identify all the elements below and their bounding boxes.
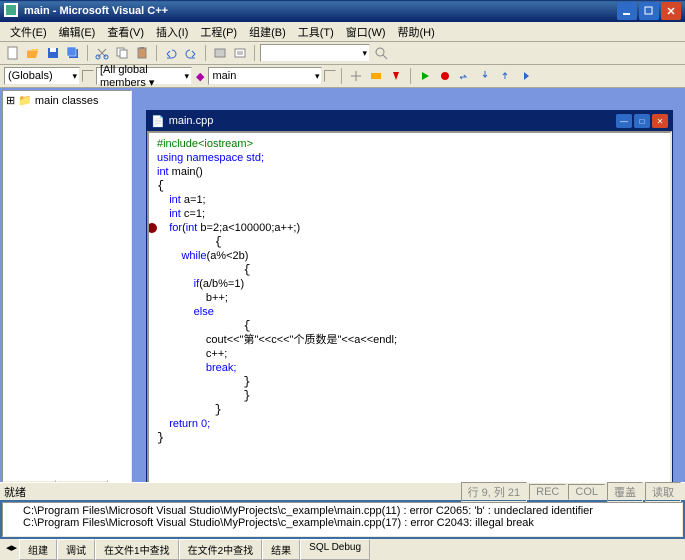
run-cursor-button[interactable] bbox=[516, 67, 534, 85]
cut-button[interactable] bbox=[93, 44, 111, 62]
child-close[interactable]: ✕ bbox=[652, 114, 668, 128]
outtab-find2[interactable]: 在文件2中查找 bbox=[179, 539, 263, 560]
func-combo[interactable]: main bbox=[208, 67, 322, 85]
child-max[interactable]: □ bbox=[634, 114, 650, 128]
side-panel: ⊞ 📁 main classes ClassV... FileView bbox=[2, 90, 132, 498]
doc-icon: 📄 bbox=[151, 115, 165, 128]
build-button[interactable] bbox=[367, 67, 385, 85]
toolbar-combo: (Globals) [All global members ▾ ◆ main bbox=[0, 65, 685, 88]
stop-button[interactable] bbox=[387, 67, 405, 85]
menu-file[interactable]: 文件(E) bbox=[4, 22, 53, 42]
members-combo[interactable]: [All global members ▾ bbox=[96, 67, 192, 85]
error-line-1[interactable]: C:\Program Files\Microsoft Visual Studio… bbox=[23, 505, 662, 517]
close-button[interactable] bbox=[661, 2, 681, 20]
step-into-button[interactable] bbox=[476, 67, 494, 85]
status-rec: REC bbox=[529, 484, 566, 500]
toolbar-main bbox=[0, 42, 685, 65]
plus-icon: ⊞ bbox=[6, 94, 15, 107]
outtab-find1[interactable]: 在文件1中查找 bbox=[95, 539, 179, 560]
window-title: main - Microsoft Visual C++ bbox=[24, 5, 617, 17]
outtab-result[interactable]: 结果 bbox=[262, 539, 300, 560]
output-panel[interactable]: C:\Program Files\Microsoft Visual Studio… bbox=[2, 502, 683, 537]
code-window: 📄 main.cpp — □ ✕ #include<iostream> usin… bbox=[146, 110, 673, 496]
mdi-area: 📄 main.cpp — □ ✕ #include<iostream> usin… bbox=[134, 88, 685, 500]
undo-button[interactable] bbox=[162, 44, 180, 62]
step-over-button[interactable] bbox=[456, 67, 474, 85]
status-bar: 就绪 行 9, 列 21 REC COL 覆盖 读取 bbox=[0, 482, 685, 500]
menu-insert[interactable]: 插入(I) bbox=[150, 22, 194, 42]
folder-icon: 📁 bbox=[18, 94, 32, 107]
menu-build[interactable]: 组建(B) bbox=[243, 22, 292, 42]
window-buttons bbox=[617, 2, 681, 20]
breakpoint-button[interactable] bbox=[436, 67, 454, 85]
child-min[interactable]: — bbox=[616, 114, 632, 128]
outtab-sql[interactable]: SQL Debug bbox=[300, 539, 370, 560]
breakpoint-icon[interactable] bbox=[147, 223, 157, 233]
menu-help[interactable]: 帮助(H) bbox=[392, 22, 441, 42]
outtab-build[interactable]: 组建 bbox=[19, 539, 57, 560]
output-button[interactable] bbox=[231, 44, 249, 62]
workspace-button[interactable] bbox=[211, 44, 229, 62]
error-line-2[interactable]: C:\Program Files\Microsoft Visual Studio… bbox=[23, 517, 662, 529]
tree-root[interactable]: ⊞ 📁 main classes bbox=[5, 93, 129, 108]
status-ovr: 覆盖 bbox=[607, 482, 643, 502]
globals-combo[interactable]: (Globals) bbox=[4, 67, 80, 85]
outtab-debug[interactable]: 调试 bbox=[57, 539, 95, 560]
new-button[interactable] bbox=[4, 44, 22, 62]
compile-button[interactable] bbox=[347, 67, 365, 85]
find-button[interactable] bbox=[372, 44, 390, 62]
status-pos: 行 9, 列 21 bbox=[461, 482, 528, 502]
status-col: COL bbox=[568, 484, 605, 500]
menu-project[interactable]: 工程(P) bbox=[194, 22, 243, 42]
menu-view[interactable]: 查看(V) bbox=[101, 22, 150, 42]
save-button[interactable] bbox=[44, 44, 62, 62]
status-read: 读取 bbox=[645, 482, 681, 502]
class-tree[interactable]: ⊞ 📁 main classes bbox=[3, 91, 131, 480]
side-btn-2[interactable] bbox=[324, 70, 336, 82]
saveall-button[interactable] bbox=[64, 44, 82, 62]
copy-button[interactable] bbox=[113, 44, 131, 62]
side-btn-1[interactable] bbox=[82, 70, 94, 82]
maximize-button[interactable] bbox=[639, 2, 659, 20]
tree-label: main classes bbox=[35, 95, 99, 107]
paste-button[interactable] bbox=[133, 44, 151, 62]
menu-tools[interactable]: 工具(T) bbox=[292, 22, 340, 42]
workspace: ⊞ 📁 main classes ClassV... FileView 📄 ma… bbox=[0, 88, 685, 500]
code-titlebar[interactable]: 📄 main.cpp — □ ✕ bbox=[147, 111, 672, 131]
step-out-button[interactable] bbox=[496, 67, 514, 85]
main-titlebar: main - Microsoft Visual C++ bbox=[0, 0, 685, 22]
status-text: 就绪 bbox=[4, 484, 459, 500]
code-title: main.cpp bbox=[169, 115, 614, 127]
output-tabs: ◂▸ 组建 调试 在文件1中查找 在文件2中查找 结果 SQL Debug bbox=[0, 539, 685, 560]
minimize-button[interactable] bbox=[617, 2, 637, 20]
menu-bar: 文件(E) 编辑(E) 查看(V) 插入(I) 工程(P) 组建(B) 工具(T… bbox=[0, 22, 685, 42]
find-combo[interactable] bbox=[260, 44, 370, 62]
open-button[interactable] bbox=[24, 44, 42, 62]
go-button[interactable] bbox=[416, 67, 434, 85]
app-icon bbox=[4, 3, 20, 19]
menu-window[interactable]: 窗口(W) bbox=[340, 22, 392, 42]
redo-button[interactable] bbox=[182, 44, 200, 62]
menu-edit[interactable]: 编辑(E) bbox=[53, 22, 102, 42]
code-editor[interactable]: #include<iostream> using namespace std; … bbox=[147, 131, 672, 495]
